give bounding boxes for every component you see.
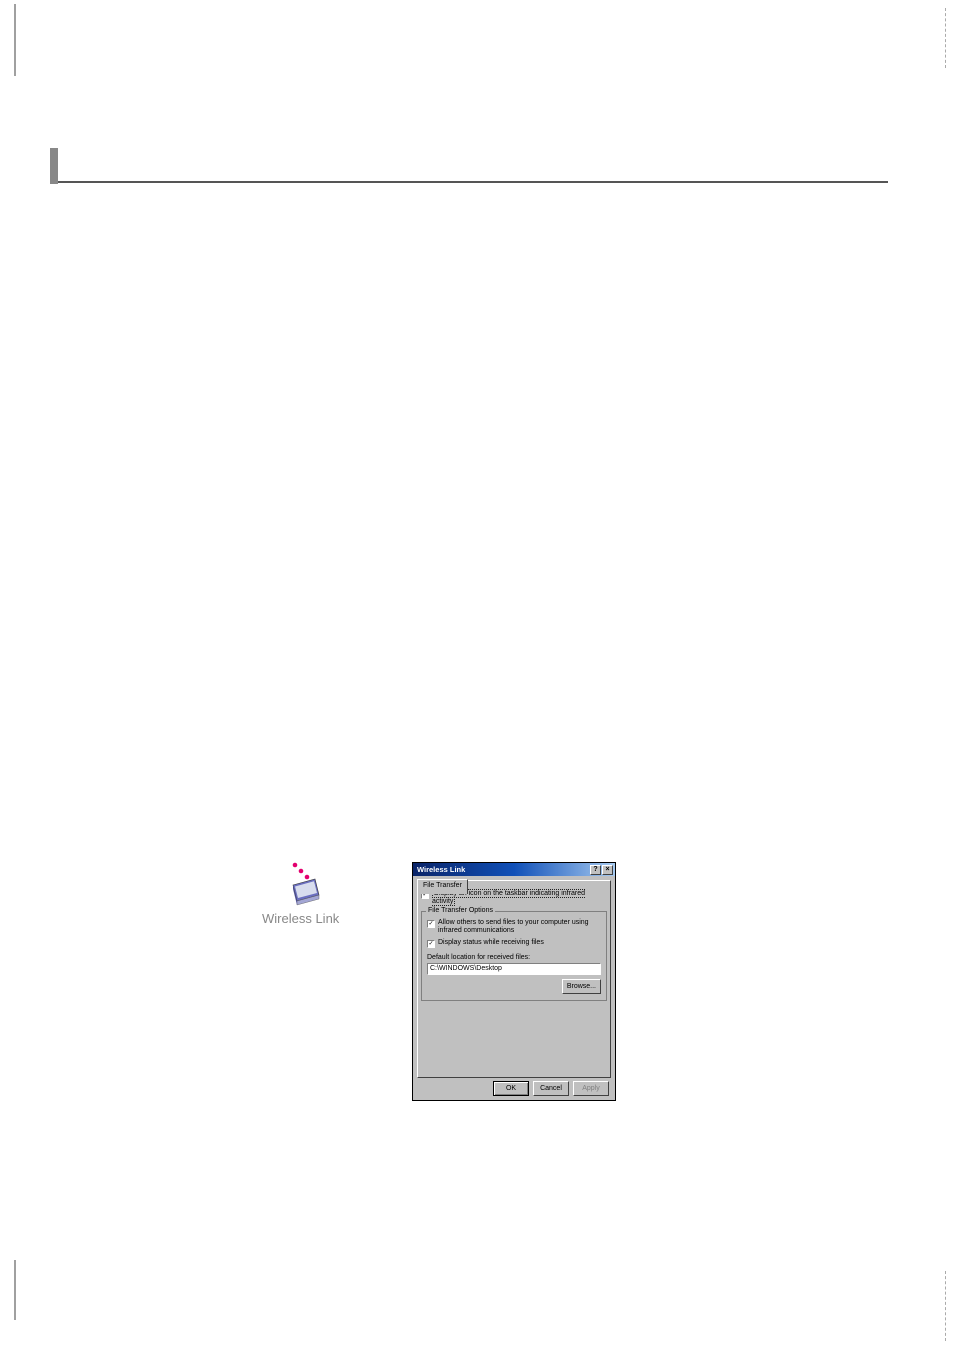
tab-file-transfer-label: File Transfer <box>423 882 462 889</box>
dialog-title: Wireless Link <box>415 865 465 874</box>
cancel-button[interactable]: Cancel <box>533 1081 569 1096</box>
ok-button-label: OK <box>506 1085 516 1092</box>
dialog-button-row: OK Cancel Apply <box>493 1081 609 1096</box>
wireless-link-icon <box>271 859 331 909</box>
browse-button-label: Browse... <box>567 983 596 990</box>
wireless-link-dialog: Wireless Link ? × File Transfer Display … <box>412 862 616 1101</box>
ok-button[interactable]: OK <box>493 1081 529 1096</box>
page-edge-marker-bottom <box>14 1260 16 1320</box>
cancel-button-label: Cancel <box>540 1085 562 1092</box>
page-edge-dashed-top <box>945 8 946 68</box>
group-title: File Transfer Options <box>426 907 495 914</box>
page-edge-marker <box>14 4 16 76</box>
apply-button-label: Apply <box>582 1085 600 1092</box>
wireless-link-icon-label: Wireless Link <box>262 911 339 926</box>
wireless-link-desktop-icon-block: Wireless Link <box>262 859 339 926</box>
close-button[interactable]: × <box>602 865 613 875</box>
checkbox-display-status-label: Display status while receiving files <box>438 939 601 947</box>
default-location-input[interactable]: C:\WINDOWS\Desktop <box>427 963 601 975</box>
browse-button[interactable]: Browse... <box>562 979 601 994</box>
page-edge-dashed-bottom <box>945 1271 946 1341</box>
help-button[interactable]: ? <box>590 865 601 875</box>
checkbox-allow-send[interactable] <box>427 920 435 928</box>
titlebar: Wireless Link ? × <box>413 863 615 876</box>
close-icon: × <box>605 866 609 873</box>
help-icon: ? <box>593 866 597 873</box>
header-bullet <box>50 148 58 184</box>
checkbox-display-status[interactable] <box>427 940 435 948</box>
panel-content: Display an icon on the taskbar indicatin… <box>421 887 607 1074</box>
default-location-label: Default location for received files: <box>427 954 601 961</box>
header-underline <box>58 181 888 183</box>
file-transfer-options-group: File Transfer Options Allow others to se… <box>421 911 607 1001</box>
tab-file-transfer[interactable]: File Transfer <box>417 879 468 894</box>
apply-button: Apply <box>573 1081 609 1096</box>
checkbox-allow-send-label: Allow others to send files to your compu… <box>438 919 601 936</box>
